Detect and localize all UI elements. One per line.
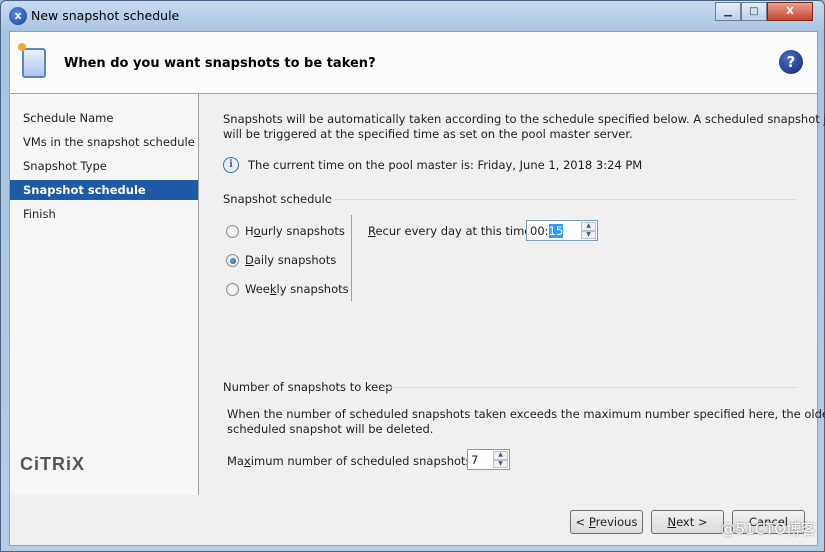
divider bbox=[327, 199, 797, 200]
schedule-group-label: Snapshot schedule bbox=[223, 192, 332, 206]
step-finish[interactable]: Finish bbox=[10, 204, 198, 224]
spin-up-icon[interactable]: ▲ bbox=[493, 451, 508, 460]
max-snapshots-value[interactable]: 7 bbox=[471, 453, 478, 467]
schedule-panel: Snapshots will be automatically taken ac… bbox=[199, 94, 825, 495]
spin-up-icon[interactable]: ▲ bbox=[581, 222, 596, 231]
divider bbox=[351, 215, 352, 301]
help-icon[interactable]: ? bbox=[779, 50, 803, 74]
citrix-logo: CiTRiX bbox=[20, 454, 86, 474]
wizard-steps: Schedule Name VMs in the snapshot schedu… bbox=[10, 94, 199, 495]
dialog-client: When do you want snapshots to be taken? … bbox=[9, 31, 825, 546]
weekly-label[interactable]: Weekly snapshots bbox=[245, 282, 349, 296]
intro-text-2: will be triggered at the specified time … bbox=[223, 127, 633, 141]
recur-label-text: Recur every day at this time: bbox=[368, 224, 536, 238]
step-schedule-name[interactable]: Schedule Name bbox=[10, 108, 198, 128]
current-time: The current time on the pool master is: … bbox=[248, 158, 643, 172]
hourly-label[interactable]: Hourly snapshots bbox=[245, 224, 345, 238]
maximize-button[interactable]: □ bbox=[741, 2, 767, 21]
keep-group-label: Number of snapshots to keep bbox=[223, 380, 393, 394]
keep-description: When the number of scheduled snapshots t… bbox=[227, 407, 825, 421]
keep-description-2: scheduled snapshot will be deleted. bbox=[227, 422, 434, 436]
info-icon: i bbox=[223, 157, 239, 173]
step-snapshot-schedule[interactable]: Snapshot schedule bbox=[10, 180, 198, 200]
intro-text: Snapshots will be automatically taken ac… bbox=[223, 112, 825, 126]
divider bbox=[383, 387, 797, 388]
daily-label[interactable]: Daily snapshots bbox=[245, 253, 336, 267]
close-button[interactable]: X bbox=[767, 2, 813, 21]
hourly-radio[interactable] bbox=[226, 225, 239, 238]
max-snapshots-spinner[interactable]: 7 ▲ ▼ bbox=[467, 449, 510, 470]
xencenter-icon: x bbox=[9, 7, 27, 25]
window-title: New snapshot schedule bbox=[31, 8, 180, 23]
snapshot-schedule-icon bbox=[18, 43, 46, 78]
spin-down-icon[interactable]: ▼ bbox=[493, 459, 508, 468]
max-snapshots-label: Maximum number of scheduled snapshots: bbox=[227, 454, 476, 468]
step-snapshot-type[interactable]: Snapshot Type bbox=[10, 156, 198, 176]
next-button[interactable]: Next > bbox=[651, 510, 724, 534]
time-spinner[interactable]: 00:15 ▲ ▼ bbox=[526, 220, 598, 241]
daily-radio[interactable] bbox=[226, 254, 239, 267]
time-value[interactable]: 00:15 bbox=[530, 224, 564, 238]
wizard-header: When do you want snapshots to be taken? … bbox=[10, 32, 817, 94]
dialog-window: x New snapshot schedule ▁ □ X When do yo… bbox=[0, 0, 825, 552]
page-title: When do you want snapshots to be taken? bbox=[64, 56, 376, 71]
watermark: @51CTO博客 bbox=[720, 520, 816, 538]
close-icon: X bbox=[786, 6, 794, 17]
minimize-icon: ▁ bbox=[724, 6, 732, 17]
title-bar[interactable]: x New snapshot schedule ▁ □ X bbox=[1, 1, 825, 31]
previous-button[interactable]: < Previous bbox=[570, 510, 643, 534]
weekly-radio[interactable] bbox=[226, 283, 239, 296]
spin-down-icon[interactable]: ▼ bbox=[581, 230, 596, 239]
step-vms[interactable]: VMs in the snapshot schedule bbox=[10, 132, 198, 152]
minimize-button[interactable]: ▁ bbox=[715, 2, 741, 21]
maximize-icon: □ bbox=[749, 6, 759, 17]
